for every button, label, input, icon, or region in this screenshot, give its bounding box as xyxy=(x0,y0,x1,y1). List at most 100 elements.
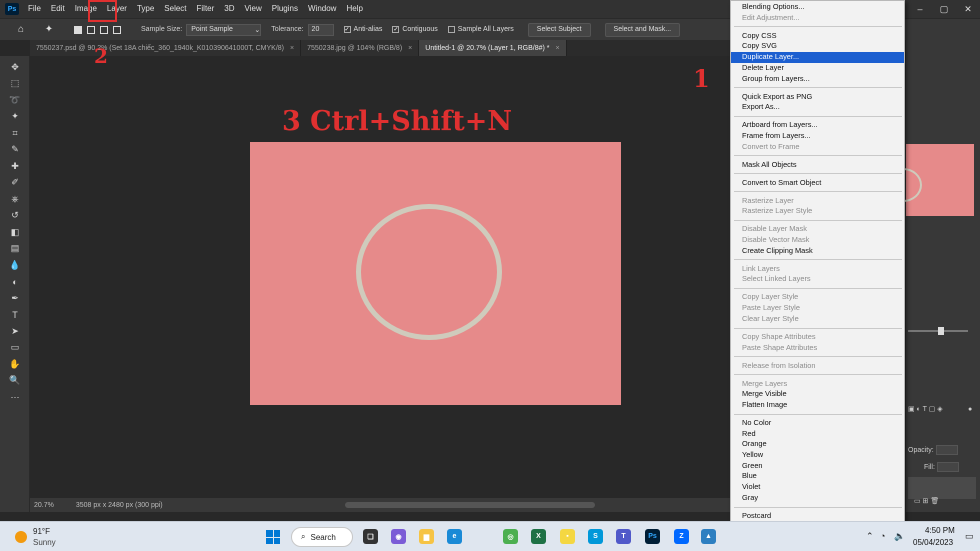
zoom-tool-icon[interactable]: 🔍 xyxy=(7,374,23,388)
menu-item-gray[interactable]: Gray xyxy=(731,493,904,504)
weather-description[interactable]: Sunny xyxy=(33,538,56,547)
menu-item-merge-visible[interactable]: Merge Visible xyxy=(731,389,904,400)
teams-app-icon[interactable]: T xyxy=(616,529,631,544)
new-selection-icon[interactable] xyxy=(74,25,82,34)
menu-item-export-as[interactable]: Export As... xyxy=(731,102,904,113)
pen-tool-icon[interactable]: ✒ xyxy=(7,291,23,305)
menu-select[interactable]: Select xyxy=(159,0,191,18)
windows-start-icon[interactable] xyxy=(266,530,280,544)
navigator-zoom-slider[interactable] xyxy=(908,327,968,335)
intersect-selection-icon[interactable] xyxy=(113,25,121,34)
menu-item-mask-all-objects[interactable]: Mask All Objects xyxy=(731,160,904,171)
document-canvas[interactable] xyxy=(250,142,621,405)
document-tab[interactable]: Untitled-1 @ 20.7% (Layer 1, RGB/8#) * × xyxy=(419,40,567,56)
horizontal-scrollbar[interactable] xyxy=(345,502,595,508)
menu-item-delete-layer[interactable]: Delete Layer xyxy=(731,63,904,74)
sample-size-select[interactable]: Point Sample ⌄ xyxy=(186,23,262,36)
filter-toggle-icon[interactable]: ● xyxy=(968,406,972,413)
weather-temperature[interactable]: 91°F xyxy=(33,527,50,536)
lasso-tool-icon[interactable]: ➰ xyxy=(7,93,23,107)
menu-window[interactable]: Window xyxy=(303,0,341,18)
navigator-thumbnail[interactable] xyxy=(884,144,974,216)
menu-type[interactable]: Type xyxy=(132,0,159,18)
menu-filter[interactable]: Filter xyxy=(192,0,220,18)
zalo-green-app-icon[interactable]: ◎ xyxy=(503,529,518,544)
clock-date[interactable]: 05/04/2023 xyxy=(913,538,953,547)
magic-wand-tool-icon[interactable]: ✦ xyxy=(7,110,23,124)
opacity-field[interactable] xyxy=(935,445,958,455)
opacity-control[interactable]: Opacity: xyxy=(908,445,958,455)
excel-app-icon[interactable]: X xyxy=(531,529,546,544)
menu-item-flatten-image[interactable]: Flatten Image xyxy=(731,400,904,411)
close-tab-icon[interactable]: × xyxy=(408,45,412,52)
menu-item-convert-to-smart-object[interactable]: Convert to Smart Object xyxy=(731,178,904,189)
menu-item-create-clipping-mask[interactable]: Create Clipping Mask xyxy=(731,246,904,257)
home-icon[interactable]: ⌂ xyxy=(14,23,28,37)
layer-filter-icons[interactable]: ▣ ◐ T ▢ ◈ xyxy=(908,405,943,413)
meet-app-icon[interactable]: ◉ xyxy=(391,529,406,544)
eraser-tool-icon[interactable]: ◧ xyxy=(7,225,23,239)
menu-item-duplicate-layer[interactable]: Duplicate Layer... xyxy=(731,52,904,63)
select-subject-button[interactable]: Select Subject xyxy=(527,22,591,37)
type-tool-icon[interactable]: T xyxy=(7,308,23,322)
menu-item-postcard[interactable]: Postcard xyxy=(731,511,904,522)
edge-app-icon[interactable]: e xyxy=(447,529,462,544)
path-selection-tool-icon[interactable]: ➤ xyxy=(7,324,23,338)
notification-icon[interactable]: ▭ xyxy=(965,531,974,542)
healing-brush-tool-icon[interactable]: ✚ xyxy=(7,159,23,173)
menu-edit[interactable]: Edit xyxy=(46,0,70,18)
layer-bottom-icons[interactable]: ▭ ⊞ 🗑 xyxy=(914,497,939,505)
menu-item-blue[interactable]: Blue xyxy=(731,471,904,482)
tolerance-input[interactable]: 20 xyxy=(307,23,334,36)
zoom-level[interactable]: 20.7% xyxy=(34,502,54,509)
menu-item-violet[interactable]: Violet xyxy=(731,482,904,493)
menu-item-group-from-layers[interactable]: Group from Layers... xyxy=(731,74,904,85)
history-brush-tool-icon[interactable]: ↺ xyxy=(7,209,23,223)
hand-tool-icon[interactable]: ✋ xyxy=(7,357,23,371)
menu-item-frame-from-layers[interactable]: Frame from Layers... xyxy=(731,131,904,142)
tray-expand-icon[interactable]: ⌃ xyxy=(866,531,874,542)
contiguous-checkbox[interactable]: ✓ Contiguous xyxy=(392,26,438,33)
marquee-tool-icon[interactable]: ⬚ xyxy=(7,77,23,91)
file-explorer-app-icon[interactable]: ▆ xyxy=(419,529,434,544)
sample-all-layers-checkbox[interactable]: Sample All Layers xyxy=(447,26,514,33)
menu-item-quick-export-as-png[interactable]: Quick Export as PNG xyxy=(731,92,904,103)
rectangle-tool-icon[interactable]: ▭ xyxy=(7,341,23,355)
menu-item-green[interactable]: Green xyxy=(731,461,904,472)
brush-tool-icon[interactable]: ✐ xyxy=(7,176,23,190)
menu-view[interactable]: View xyxy=(240,0,267,18)
close-tab-icon[interactable]: × xyxy=(290,45,294,52)
subtract-selection-icon[interactable] xyxy=(100,25,108,34)
volume-icon[interactable]: 🔈 xyxy=(894,531,905,542)
fill-field[interactable] xyxy=(936,462,959,472)
clock-time[interactable]: 4:50 PM xyxy=(925,526,955,535)
sticky-notes-app-icon[interactable]: ▪ xyxy=(560,529,575,544)
eyedropper-tool-icon[interactable]: ✎ xyxy=(7,143,23,157)
menu-item-blending-options[interactable]: Blending Options... xyxy=(731,2,904,13)
more-tools-icon[interactable]: ⋯ xyxy=(7,390,23,404)
crop-tool-icon[interactable]: ⌗ xyxy=(7,126,23,140)
document-tab[interactable]: 7550238.jpg @ 104% (RGB/8) × xyxy=(301,40,420,56)
minimize-button[interactable]: – xyxy=(908,0,932,18)
move-tool-icon[interactable]: ✥ xyxy=(7,60,23,74)
document-tab[interactable]: 7550237.psd @ 90.2% (Set 18A chiếc_360_1… xyxy=(30,40,302,56)
menu-file[interactable]: File xyxy=(23,0,46,18)
taskbar-search[interactable]: ⌕ Search xyxy=(291,527,353,547)
menu-plugins[interactable]: Plugins xyxy=(267,0,303,18)
clone-stamp-tool-icon[interactable]: ⎈ xyxy=(7,192,23,206)
task-view-app-icon[interactable]: ❏ xyxy=(363,529,378,544)
layer-row[interactable] xyxy=(908,477,976,499)
fill-control[interactable]: Fill: xyxy=(924,462,959,472)
menu-item-red[interactable]: Red xyxy=(731,429,904,440)
blur-tool-icon[interactable]: 💧 xyxy=(7,258,23,272)
magic-wand-preset-icon[interactable]: ✦ xyxy=(42,23,56,37)
skype-app-icon[interactable]: S xyxy=(588,529,603,544)
sun-icon[interactable] xyxy=(15,531,27,543)
menu-item-no-color[interactable]: No Color xyxy=(731,418,904,429)
menu-item-copy-svg[interactable]: Copy SVG xyxy=(731,41,904,52)
menu-3d[interactable]: 3D xyxy=(219,0,239,18)
menu-item-copy-css[interactable]: Copy CSS xyxy=(731,31,904,42)
close-button[interactable]: ✕ xyxy=(956,0,980,18)
menu-help[interactable]: Help xyxy=(341,0,367,18)
menu-item-yellow[interactable]: Yellow xyxy=(731,450,904,461)
